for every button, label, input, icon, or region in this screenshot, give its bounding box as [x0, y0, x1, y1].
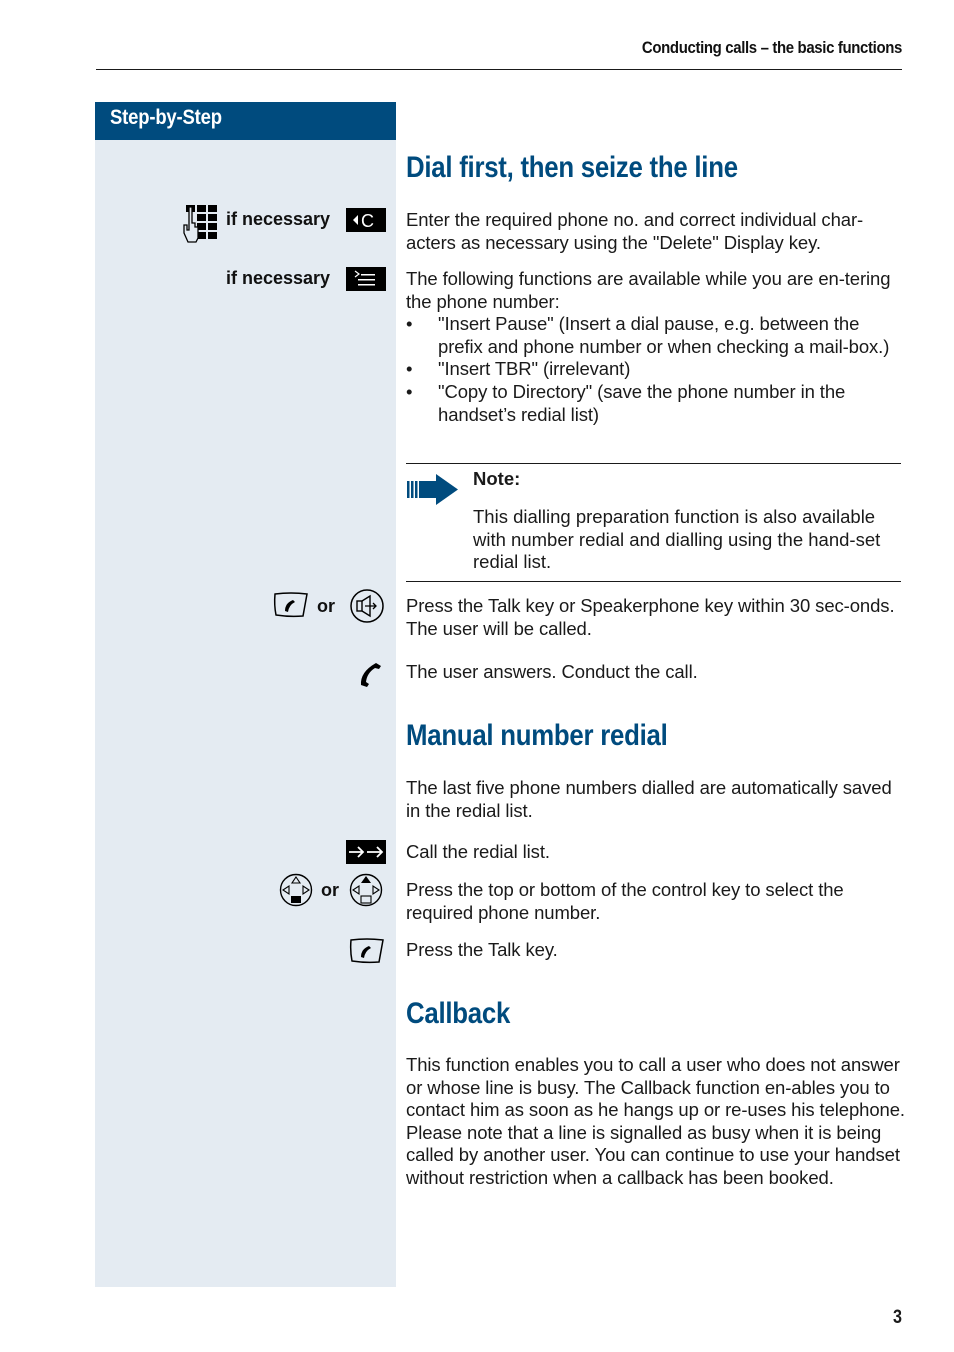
callback-text: This function enables you to call a user…	[406, 1054, 905, 1188]
step-answer-text: The user answers. Conduct the call.	[406, 661, 698, 682]
page-number: 3	[893, 1307, 902, 1328]
or-label: or	[321, 880, 339, 900]
step-select-number-text: Press the top or bottom of the control k…	[406, 879, 844, 923]
note-title: Note:	[473, 468, 521, 489]
note-arrow-icon	[407, 473, 459, 507]
section-heading-dial-first: Dial first, then seize the line	[406, 151, 738, 184]
running-header: Conducting calls – the basic functions	[641, 38, 902, 57]
note-bottom-rule	[406, 581, 901, 582]
step-enter-number-text: Enter the required phone no. and correct…	[406, 209, 864, 253]
or-label: or	[317, 596, 335, 616]
control-key-down-icon	[279, 873, 313, 907]
svg-text:C: C	[361, 211, 374, 231]
if-necessary-label: if necessary	[226, 268, 331, 288]
control-key-up-icon	[349, 873, 383, 907]
keypad-icon	[182, 205, 218, 243]
step-press-talk-text: Press the Talk key.	[406, 939, 558, 960]
redial-intro-text: The last five phone numbers dialled are …	[406, 777, 892, 821]
note-top-rule	[406, 463, 901, 464]
if-necessary-label: if necessary	[226, 209, 331, 229]
talk-key-icon	[273, 591, 309, 619]
header-divider	[96, 69, 902, 70]
sidebar-title: Step-by-Step	[110, 106, 222, 129]
talk-key-icon	[349, 937, 385, 965]
redial-key-icon	[346, 840, 386, 864]
functions-list: "Insert Pause" (Insert a dial pause, e.g…	[406, 313, 906, 426]
step-talk-text: Press the Talk key or Speakerphone key w…	[406, 595, 895, 639]
step-redial-list-text: Call the redial list.	[406, 841, 550, 862]
section-heading-manual-redial: Manual number redial	[406, 719, 668, 752]
functions-intro-text: The following functions are available wh…	[406, 268, 891, 312]
section-heading-callback: Callback	[406, 997, 511, 1030]
handset-icon	[358, 660, 384, 688]
list-item: "Insert Pause" (Insert a dial pause, e.g…	[406, 313, 906, 358]
step-functions-block: The following functions are available wh…	[406, 268, 906, 426]
note-text: This dialling preparation function is al…	[473, 506, 881, 573]
list-item: "Copy to Directory" (save the phone numb…	[406, 381, 906, 426]
speakerphone-key-icon	[349, 588, 385, 624]
delete-key-icon: C	[346, 208, 386, 232]
menu-key-icon	[346, 267, 386, 291]
list-item: "Insert TBR" (irrelevant)	[406, 358, 906, 381]
